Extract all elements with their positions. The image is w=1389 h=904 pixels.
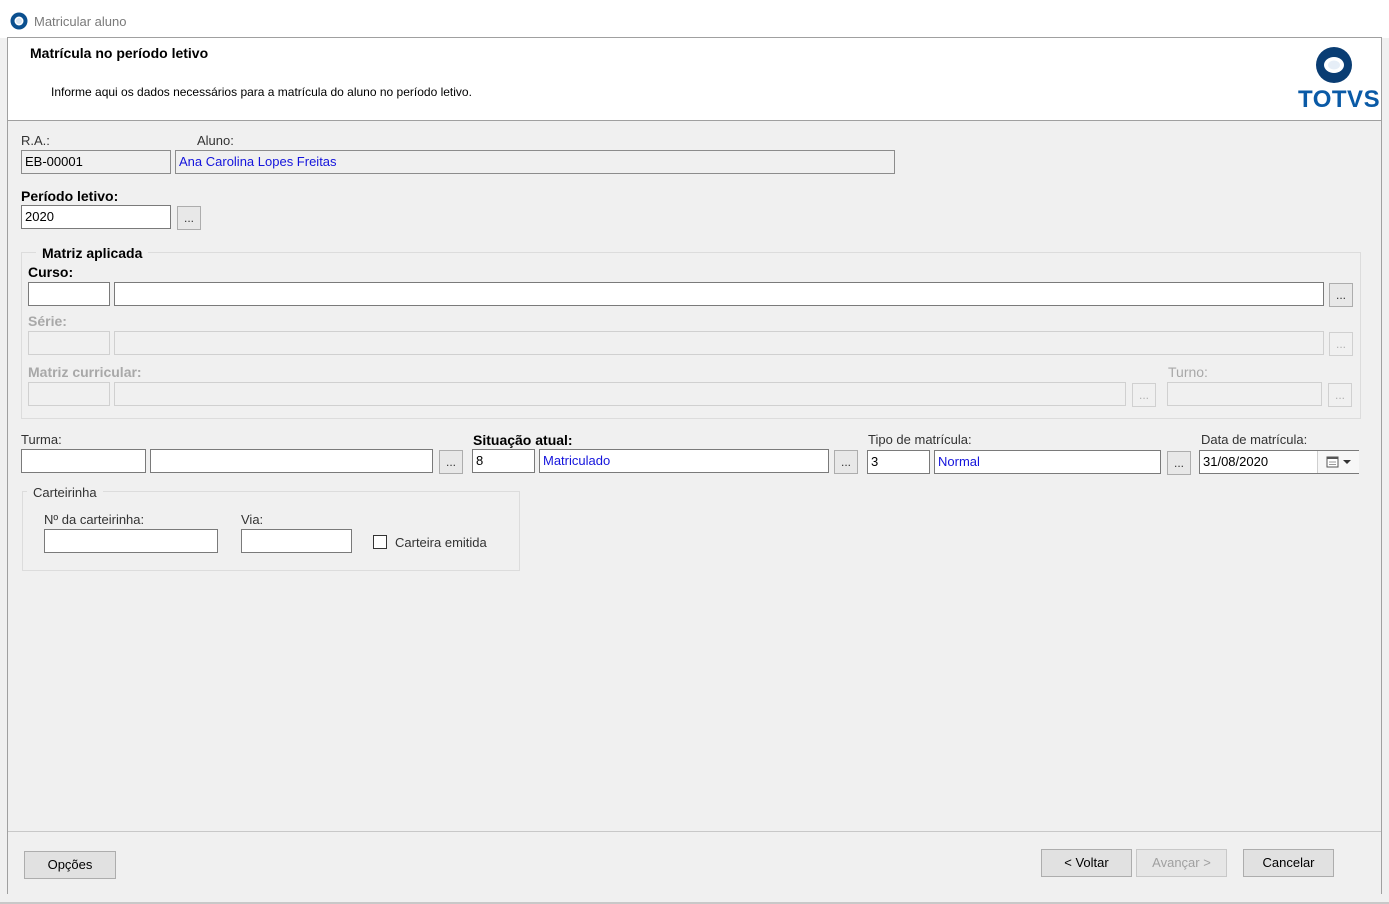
serie-label: Série: [28, 313, 67, 329]
voltar-button[interactable]: < Voltar [1041, 849, 1132, 877]
periodo-label: Período letivo: [21, 188, 119, 204]
situacao-lookup-button[interactable]: ... [834, 450, 858, 474]
aluno-field[interactable]: Ana Carolina Lopes Freitas [175, 150, 895, 174]
situacao-name-field[interactable]: Matriculado [539, 449, 829, 473]
tipo-label: Tipo de matrícula: [868, 432, 972, 447]
totvs-logo-icon [1316, 47, 1352, 83]
matriz-curricular-label: Matriz curricular: [28, 364, 142, 380]
periodo-field[interactable]: 2020 [21, 205, 171, 229]
ra-field[interactable]: EB-00001 [21, 150, 171, 174]
turma-lookup-button[interactable]: ... [439, 450, 463, 474]
turno-field[interactable] [1167, 382, 1322, 406]
serie-lookup-button[interactable]: ... [1329, 332, 1353, 356]
page-description: Informe aqui os dados necessários para a… [51, 85, 472, 99]
turno-lookup-button[interactable]: ... [1328, 383, 1352, 407]
app-icon [10, 12, 28, 30]
curso-label: Curso: [28, 264, 74, 280]
matriz-code-field[interactable] [28, 382, 110, 406]
curso-lookup-button[interactable]: ... [1329, 283, 1353, 307]
data-label: Data de matrícula: [1201, 432, 1308, 447]
curso-name-field[interactable] [114, 282, 1324, 306]
numero-carteirinha-label: Nº da carteirinha: [44, 512, 145, 527]
matriz-lookup-button[interactable]: ... [1132, 383, 1156, 407]
turma-name-field[interactable] [150, 449, 433, 473]
tipo-code-field[interactable]: 3 [867, 450, 930, 474]
matriz-name-field[interactable] [114, 382, 1126, 406]
serie-name-field[interactable] [114, 331, 1324, 355]
aluno-label: Aluno: [197, 133, 234, 148]
window-title: Matricular aluno [34, 14, 127, 29]
carteira-emitida-checkbox[interactable] [373, 535, 387, 549]
page-title: Matrícula no período letivo [30, 45, 209, 61]
opcoes-button[interactable]: Opções [24, 851, 116, 879]
serie-code-field[interactable] [28, 331, 110, 355]
tipo-lookup-button[interactable]: ... [1167, 451, 1191, 475]
turma-code-field[interactable] [21, 449, 146, 473]
title-bar [0, 0, 1389, 38]
tipo-name-field[interactable]: Normal [934, 450, 1161, 474]
matriz-group-title: Matriz aplicada [36, 245, 149, 261]
via-field[interactable] [241, 529, 352, 553]
cancelar-button[interactable]: Cancelar [1243, 849, 1334, 877]
calendar-icon [1326, 456, 1351, 468]
situacao-code-field[interactable]: 8 [472, 449, 535, 473]
carteirinha-group-title: Carteirinha [27, 485, 103, 500]
carteira-emitida-label: Carteira emitida [395, 535, 487, 550]
turno-label: Turno: [1168, 364, 1208, 380]
numero-carteirinha-field[interactable] [44, 529, 218, 553]
ra-label: R.A.: [21, 133, 50, 148]
situacao-label: Situação atual: [473, 432, 573, 448]
turma-label: Turma: [21, 432, 62, 447]
curso-code-field[interactable] [28, 282, 110, 306]
calendar-dropdown-button[interactable] [1317, 451, 1359, 473]
wizard-header [8, 38, 1381, 121]
avancar-button[interactable]: Avançar > [1136, 849, 1227, 877]
totvs-logo-text: TOTVS [1298, 86, 1381, 113]
via-label: Via: [241, 512, 264, 527]
periodo-lookup-button[interactable]: ... [177, 206, 201, 230]
